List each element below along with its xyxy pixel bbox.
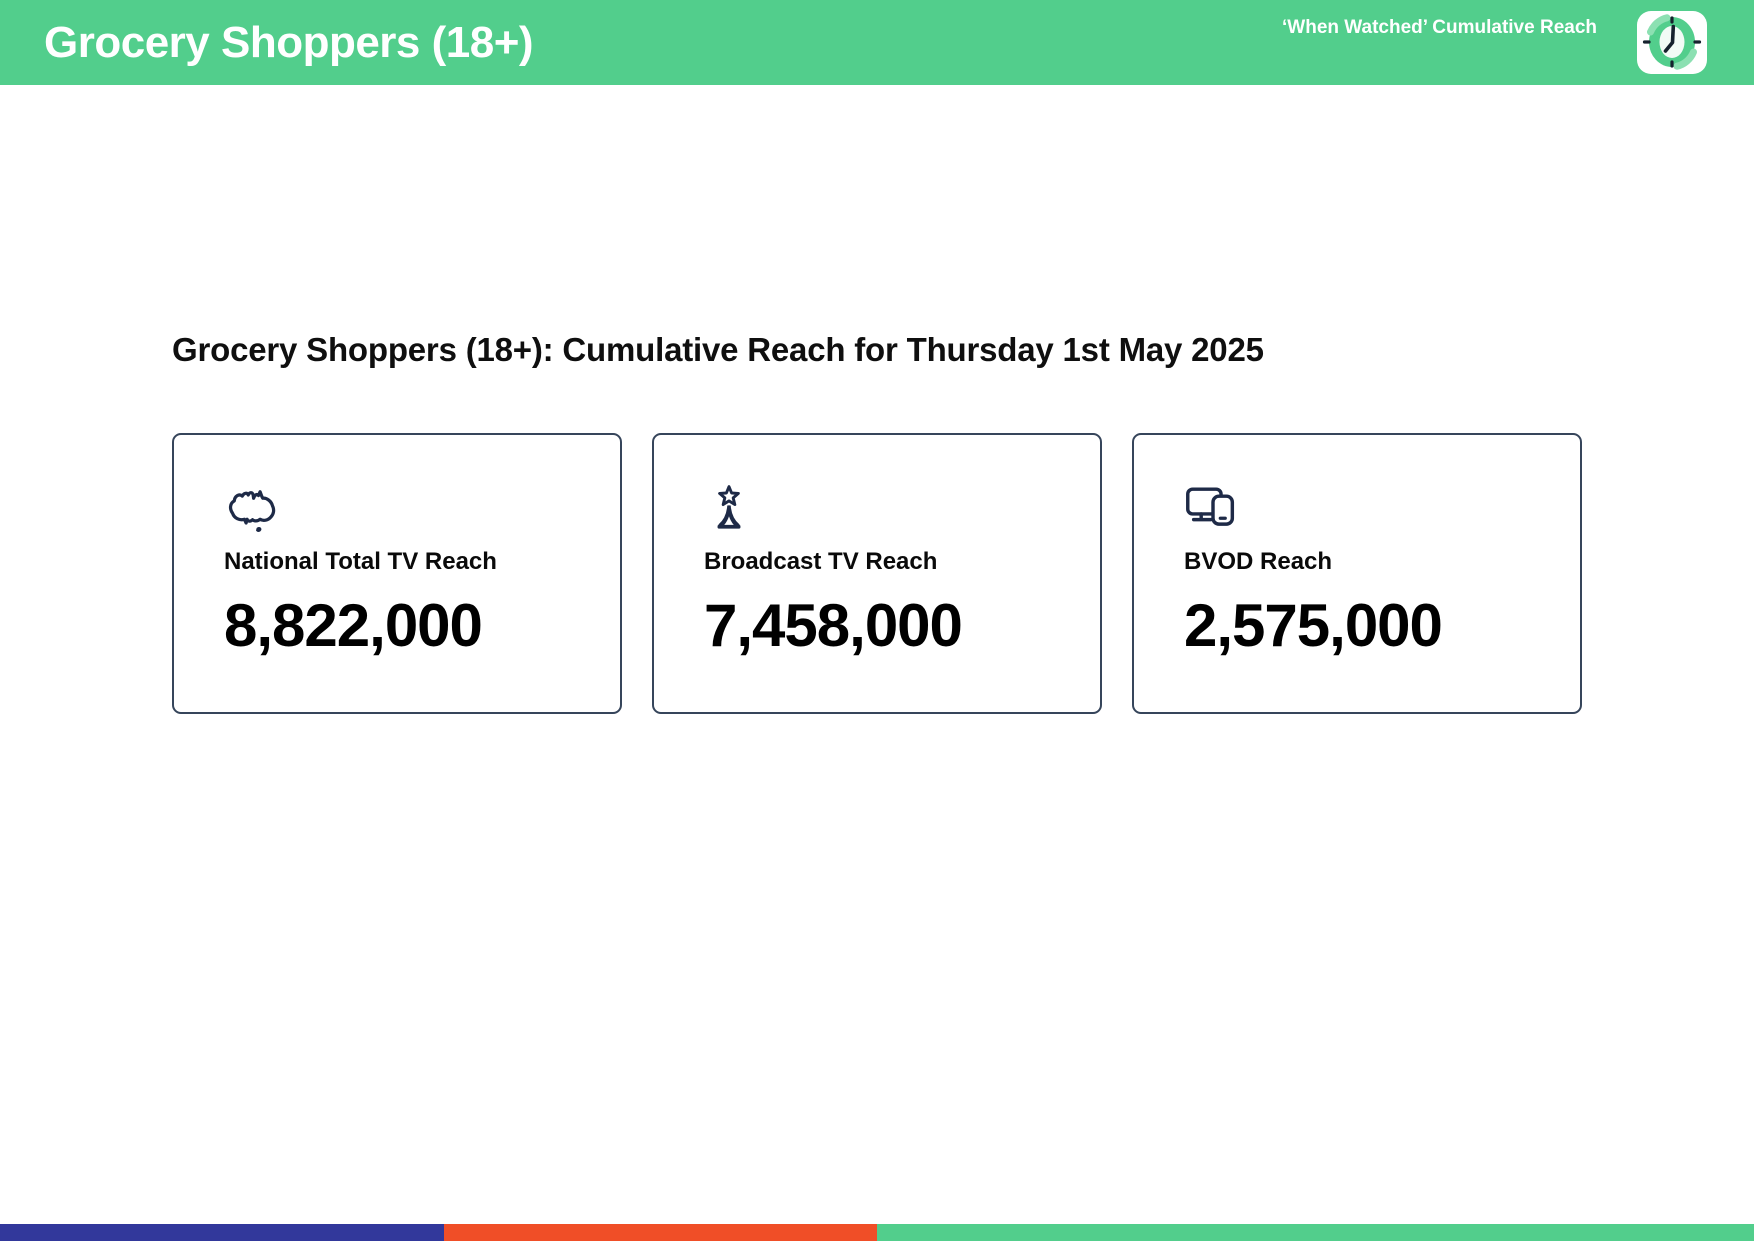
header-subtitle: ‘When Watched’ Cumulative Reach	[1282, 17, 1597, 38]
kpi-value: 7,458,000	[704, 592, 963, 659]
kpi-card-national-total-tv-reach: National Total TV Reach 8,822,000	[172, 433, 622, 714]
kpi-cards: National Total TV Reach 8,822,000 Broadc…	[172, 433, 1582, 714]
kpi-label: BVOD Reach	[1184, 548, 1333, 575]
footer-stripe	[0, 1224, 1754, 1241]
app-title: Grocery Shoppers (18+)	[44, 18, 534, 67]
kpi-card-bvod-reach: BVOD Reach 2,575,000	[1132, 433, 1582, 714]
footer-stripe-blue-segment	[0, 1224, 444, 1241]
clock-icon-graphic	[1642, 14, 1702, 70]
footer-stripe-green-segment	[876, 1224, 1754, 1241]
clock-icon	[1637, 11, 1707, 74]
kpi-label: National Total TV Reach	[224, 548, 497, 575]
broadcast-tower-icon	[704, 483, 1070, 535]
header-right-group: ‘When Watched’ Cumulative Reach	[1282, 0, 1707, 85]
kpi-value: 2,575,000	[1184, 592, 1443, 659]
page-title: Grocery Shoppers (18+): Cumulative Reach…	[172, 331, 1264, 368]
kpi-card-broadcast-tv-reach: Broadcast TV Reach 7,458,000	[652, 433, 1102, 714]
top-header-bar: Grocery Shoppers (18+) ‘When Watched’ Cu…	[0, 0, 1754, 85]
kpi-label: Broadcast TV Reach	[704, 548, 938, 575]
kpi-value: 8,822,000	[224, 592, 483, 659]
australia-map-icon	[224, 483, 590, 535]
multi-device-icon	[1184, 483, 1550, 535]
footer-stripe-orange-segment	[443, 1224, 877, 1241]
page: Grocery Shoppers (18+) ‘When Watched’ Cu…	[0, 0, 1754, 1241]
